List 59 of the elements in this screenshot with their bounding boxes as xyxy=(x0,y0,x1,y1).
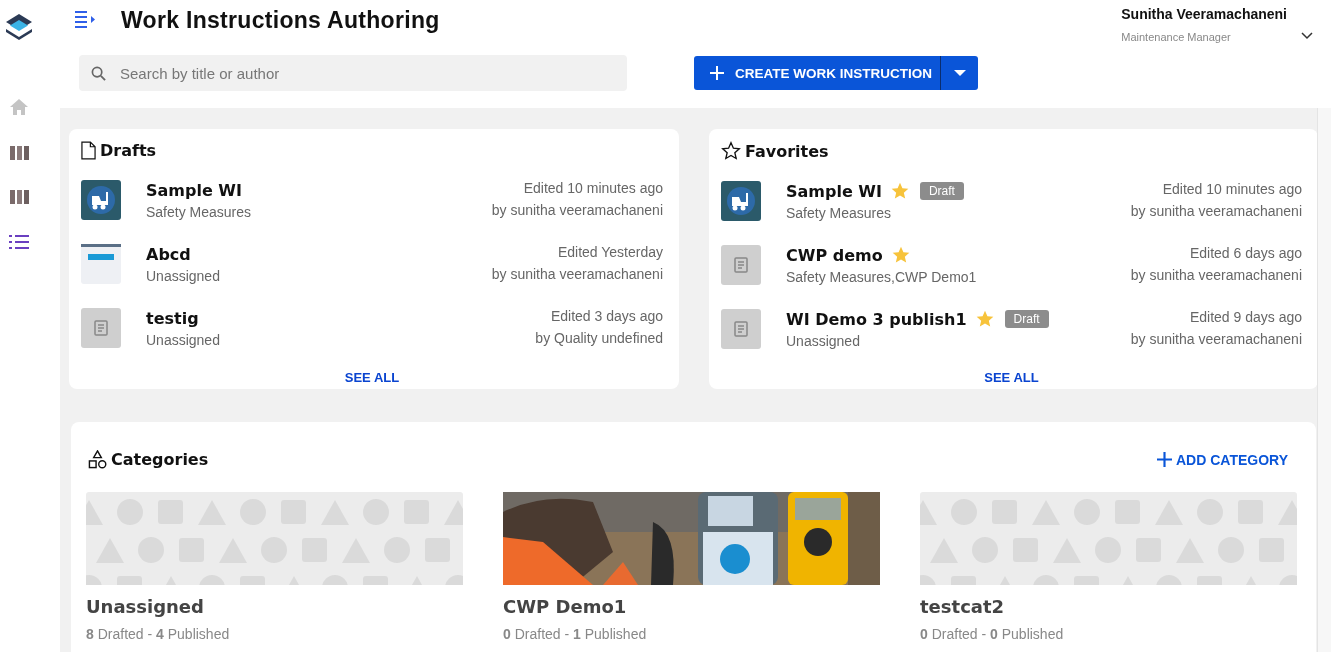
menu-icon[interactable] xyxy=(75,11,97,29)
forklift-icon[interactable] xyxy=(81,180,121,220)
edited-time: Edited 10 minutes ago xyxy=(1161,181,1302,197)
draft-badge: Draft xyxy=(1004,310,1049,328)
item-author: by sunitha veeramachaneni xyxy=(491,202,663,218)
user-role: Maintenance Manager xyxy=(1121,31,1232,43)
item-name[interactable]: testig xyxy=(146,308,199,328)
edited-time: Edited Yesterday xyxy=(556,244,663,260)
card-title: Categories xyxy=(111,450,209,469)
star-outline-icon xyxy=(721,141,741,161)
edited-time: Edited 10 minutes ago xyxy=(522,180,663,196)
item-author: by sunitha veeramachaneni xyxy=(491,266,663,282)
category-counts: 8 Drafted - 4 Published xyxy=(86,626,231,642)
item-author: by sunitha veeramachaneni xyxy=(1130,203,1302,219)
category-counts: 0 Drafted - 1 Published xyxy=(503,626,648,642)
item-author: by Quality undefined xyxy=(535,330,663,346)
document-outline-icon xyxy=(81,141,96,160)
item-author: by sunitha veeramachaneni xyxy=(1130,331,1302,347)
card-title: Drafts xyxy=(100,141,157,160)
numbered-list-icon[interactable] xyxy=(9,234,29,250)
user-name: Sunitha Veeramachaneni xyxy=(1121,6,1287,22)
edited-time: Edited 3 days ago xyxy=(549,308,663,324)
columns-icon[interactable] xyxy=(9,190,29,204)
chevron-down-icon[interactable] xyxy=(1301,32,1313,40)
draft-badge: Draft xyxy=(919,182,964,200)
category-name[interactable]: CWP Demo1 xyxy=(503,596,880,617)
item-category: Safety Measures,CWP Demo1 xyxy=(786,269,978,285)
create-button[interactable]: CREATE WORK INSTRUCTION xyxy=(694,56,941,90)
item-category: Unassigned xyxy=(146,332,221,348)
see-all-link[interactable]: SEE ALL xyxy=(344,370,400,385)
item-name[interactable]: Sample WI xyxy=(786,181,882,201)
category-name[interactable]: testcat2 xyxy=(920,596,1297,617)
item-category: Unassigned xyxy=(786,333,861,349)
plus-icon xyxy=(1157,452,1172,467)
item-name[interactable]: CWP demo xyxy=(786,245,883,265)
item-name[interactable]: Abcd xyxy=(146,244,191,264)
see-all-link[interactable]: SEE ALL xyxy=(984,370,1039,385)
item-author: by sunitha veeramachaneni xyxy=(1130,267,1302,283)
forklift-icon[interactable] xyxy=(721,181,761,221)
logo-icon xyxy=(4,12,34,42)
item-category: Unassigned xyxy=(146,268,221,284)
dropdown-button[interactable] xyxy=(941,56,978,90)
shapes-icon xyxy=(88,450,107,469)
page-title: Work Instructions Authoring xyxy=(121,6,441,34)
card-title: Favorites xyxy=(745,141,829,161)
plus-icon xyxy=(710,66,724,80)
columns-icon[interactable] xyxy=(9,146,29,160)
search-field[interactable]: Search by title or author xyxy=(79,55,627,91)
form-thumbnail-icon[interactable] xyxy=(81,244,121,284)
item-name[interactable]: Sample WI xyxy=(146,180,242,200)
item-category: Safety Measures xyxy=(786,205,893,221)
caret-icon xyxy=(953,70,966,76)
add-category-button[interactable]: ADD CATEGORY xyxy=(1157,451,1288,468)
category-counts: 0 Drafted - 0 Published xyxy=(920,626,1065,642)
edited-time: Edited 9 days ago xyxy=(1188,309,1302,325)
category-name[interactable]: Unassigned xyxy=(86,596,463,617)
edited-time: Edited 6 days ago xyxy=(1188,245,1302,261)
item-category: Safety Measures xyxy=(146,204,253,220)
item-name[interactable]: WI Demo 3 publish1 xyxy=(786,309,967,329)
